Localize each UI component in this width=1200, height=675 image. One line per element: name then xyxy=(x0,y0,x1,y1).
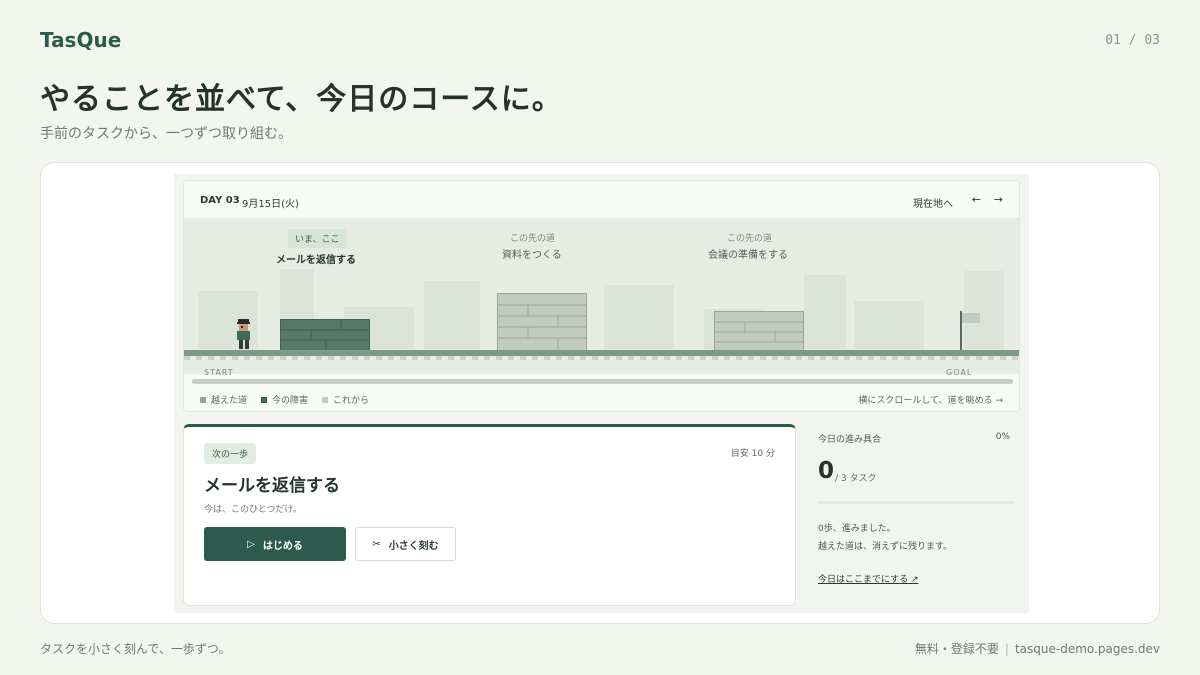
future-tag: この先の道 xyxy=(727,234,773,244)
future-obstacle-block xyxy=(497,293,587,351)
app-screenshot: DAY 03 9月15日(火) 現在地へ ← → いま、ここ メールを返信する xyxy=(174,174,1029,613)
start-label: START xyxy=(204,368,234,377)
progress-label: 今日の進み具合 xyxy=(818,435,882,445)
current-location-link[interactable]: 現在地へ xyxy=(913,195,953,210)
arrow-right-icon[interactable]: → xyxy=(994,193,1003,206)
split-button-label: 小さく刻む xyxy=(388,540,439,552)
ground-texture xyxy=(184,356,1019,360)
course-title-next: 資料をつくる xyxy=(502,250,562,261)
end-for-today-link[interactable]: 今日はここまでにする ↗ xyxy=(818,572,919,585)
footer-separator: | xyxy=(1004,642,1009,656)
slide-pager: 01 / 03 xyxy=(1105,33,1160,48)
legend-future: これから xyxy=(322,393,369,406)
next-task-card: 次の一歩 目安 10 分 メールを返信する 今は、このひとつだけ。 ▷ はじめる… xyxy=(183,424,796,606)
price-note: 無料・登録不要 xyxy=(914,642,999,656)
start-button[interactable]: ▷ はじめる xyxy=(204,527,346,561)
progress-message-sub: 越えた道は、消えずに残ります。 xyxy=(818,542,953,552)
legend-swatch xyxy=(261,397,268,403)
subhead: 手前のタスクから、一つずつ取り組む。 xyxy=(40,126,292,142)
map-legend: 越えた道 今の障害 これから xyxy=(200,393,369,406)
background-building xyxy=(424,281,480,349)
arrow-left-icon[interactable]: ← xyxy=(972,193,981,206)
course-title-later: 会議の準備をする xyxy=(708,250,788,261)
legend-current: 今の障害 xyxy=(261,393,308,406)
task-subtitle: 今は、このひとつだけ。 xyxy=(204,505,302,515)
scroll-hint: 横にスクロールして、道を眺める → xyxy=(858,396,1003,406)
progress-percent: 0% xyxy=(995,432,1010,442)
play-icon: ▷ xyxy=(247,538,255,550)
progress-bar xyxy=(818,501,1014,504)
goal-flag-icon xyxy=(960,311,980,351)
next-step-chip: 次の一歩 xyxy=(204,443,257,464)
day-label: DAY 03 xyxy=(200,195,240,206)
legend-swatch xyxy=(322,397,329,403)
future-tag: この先の道 xyxy=(510,234,556,244)
current-tag: いま、ここ xyxy=(288,229,347,248)
footer-tagline: タスクを小さく刻んで、一歩ずつ。 xyxy=(40,642,231,656)
progress-total: / 3 タスク xyxy=(835,474,877,484)
legend-passed: 越えた道 xyxy=(200,393,247,406)
progress-message: 0歩、進みました。 xyxy=(818,524,896,534)
split-task-button[interactable]: ✂ 小さく刻む xyxy=(355,527,456,561)
map-header: DAY 03 9月15日(火) 現在地へ ← → xyxy=(184,181,1019,219)
date-label: 9月15日(火) xyxy=(242,199,299,210)
horizontal-scrollbar[interactable] xyxy=(192,379,1013,384)
future-obstacle-block xyxy=(714,311,804,351)
course-scene: いま、ここ メールを返信する この先の道 資料をつくる この先の道 会議の準備を… xyxy=(184,219,1019,377)
background-building xyxy=(854,301,924,349)
course-title-current: メールを返信する xyxy=(276,255,356,266)
legend-swatch xyxy=(200,397,206,403)
headline: やることを並べて、今日のコースに。 xyxy=(40,82,563,117)
progress-panel: 今日の進み具合 0% 0 / 3 タスク 0歩、進みました。 越えた道は、消えず… xyxy=(808,424,1020,606)
screenshot-frame: DAY 03 9月15日(火) 現在地へ ← → いま、ここ メールを返信する xyxy=(40,162,1160,624)
scissors-icon: ✂ xyxy=(372,538,381,550)
player-character-icon xyxy=(237,319,250,349)
progress-count: 0 xyxy=(818,458,835,484)
site-url-link[interactable]: tasque-demo.pages.dev xyxy=(1015,642,1160,656)
goal-label: GOAL xyxy=(946,368,973,377)
start-button-label: はじめる xyxy=(262,540,303,552)
footer-info: 無料・登録不要 | tasque-demo.pages.dev xyxy=(915,640,1160,657)
current-obstacle-block xyxy=(280,319,370,351)
time-estimate: 目安 10 分 xyxy=(730,449,775,459)
background-building xyxy=(804,275,846,349)
brand-logo: TasQue xyxy=(40,28,122,52)
background-building xyxy=(604,285,674,349)
course-map: DAY 03 9月15日(火) 現在地へ ← → いま、ここ メールを返信する xyxy=(183,180,1020,412)
task-title: メールを返信する xyxy=(204,476,340,496)
